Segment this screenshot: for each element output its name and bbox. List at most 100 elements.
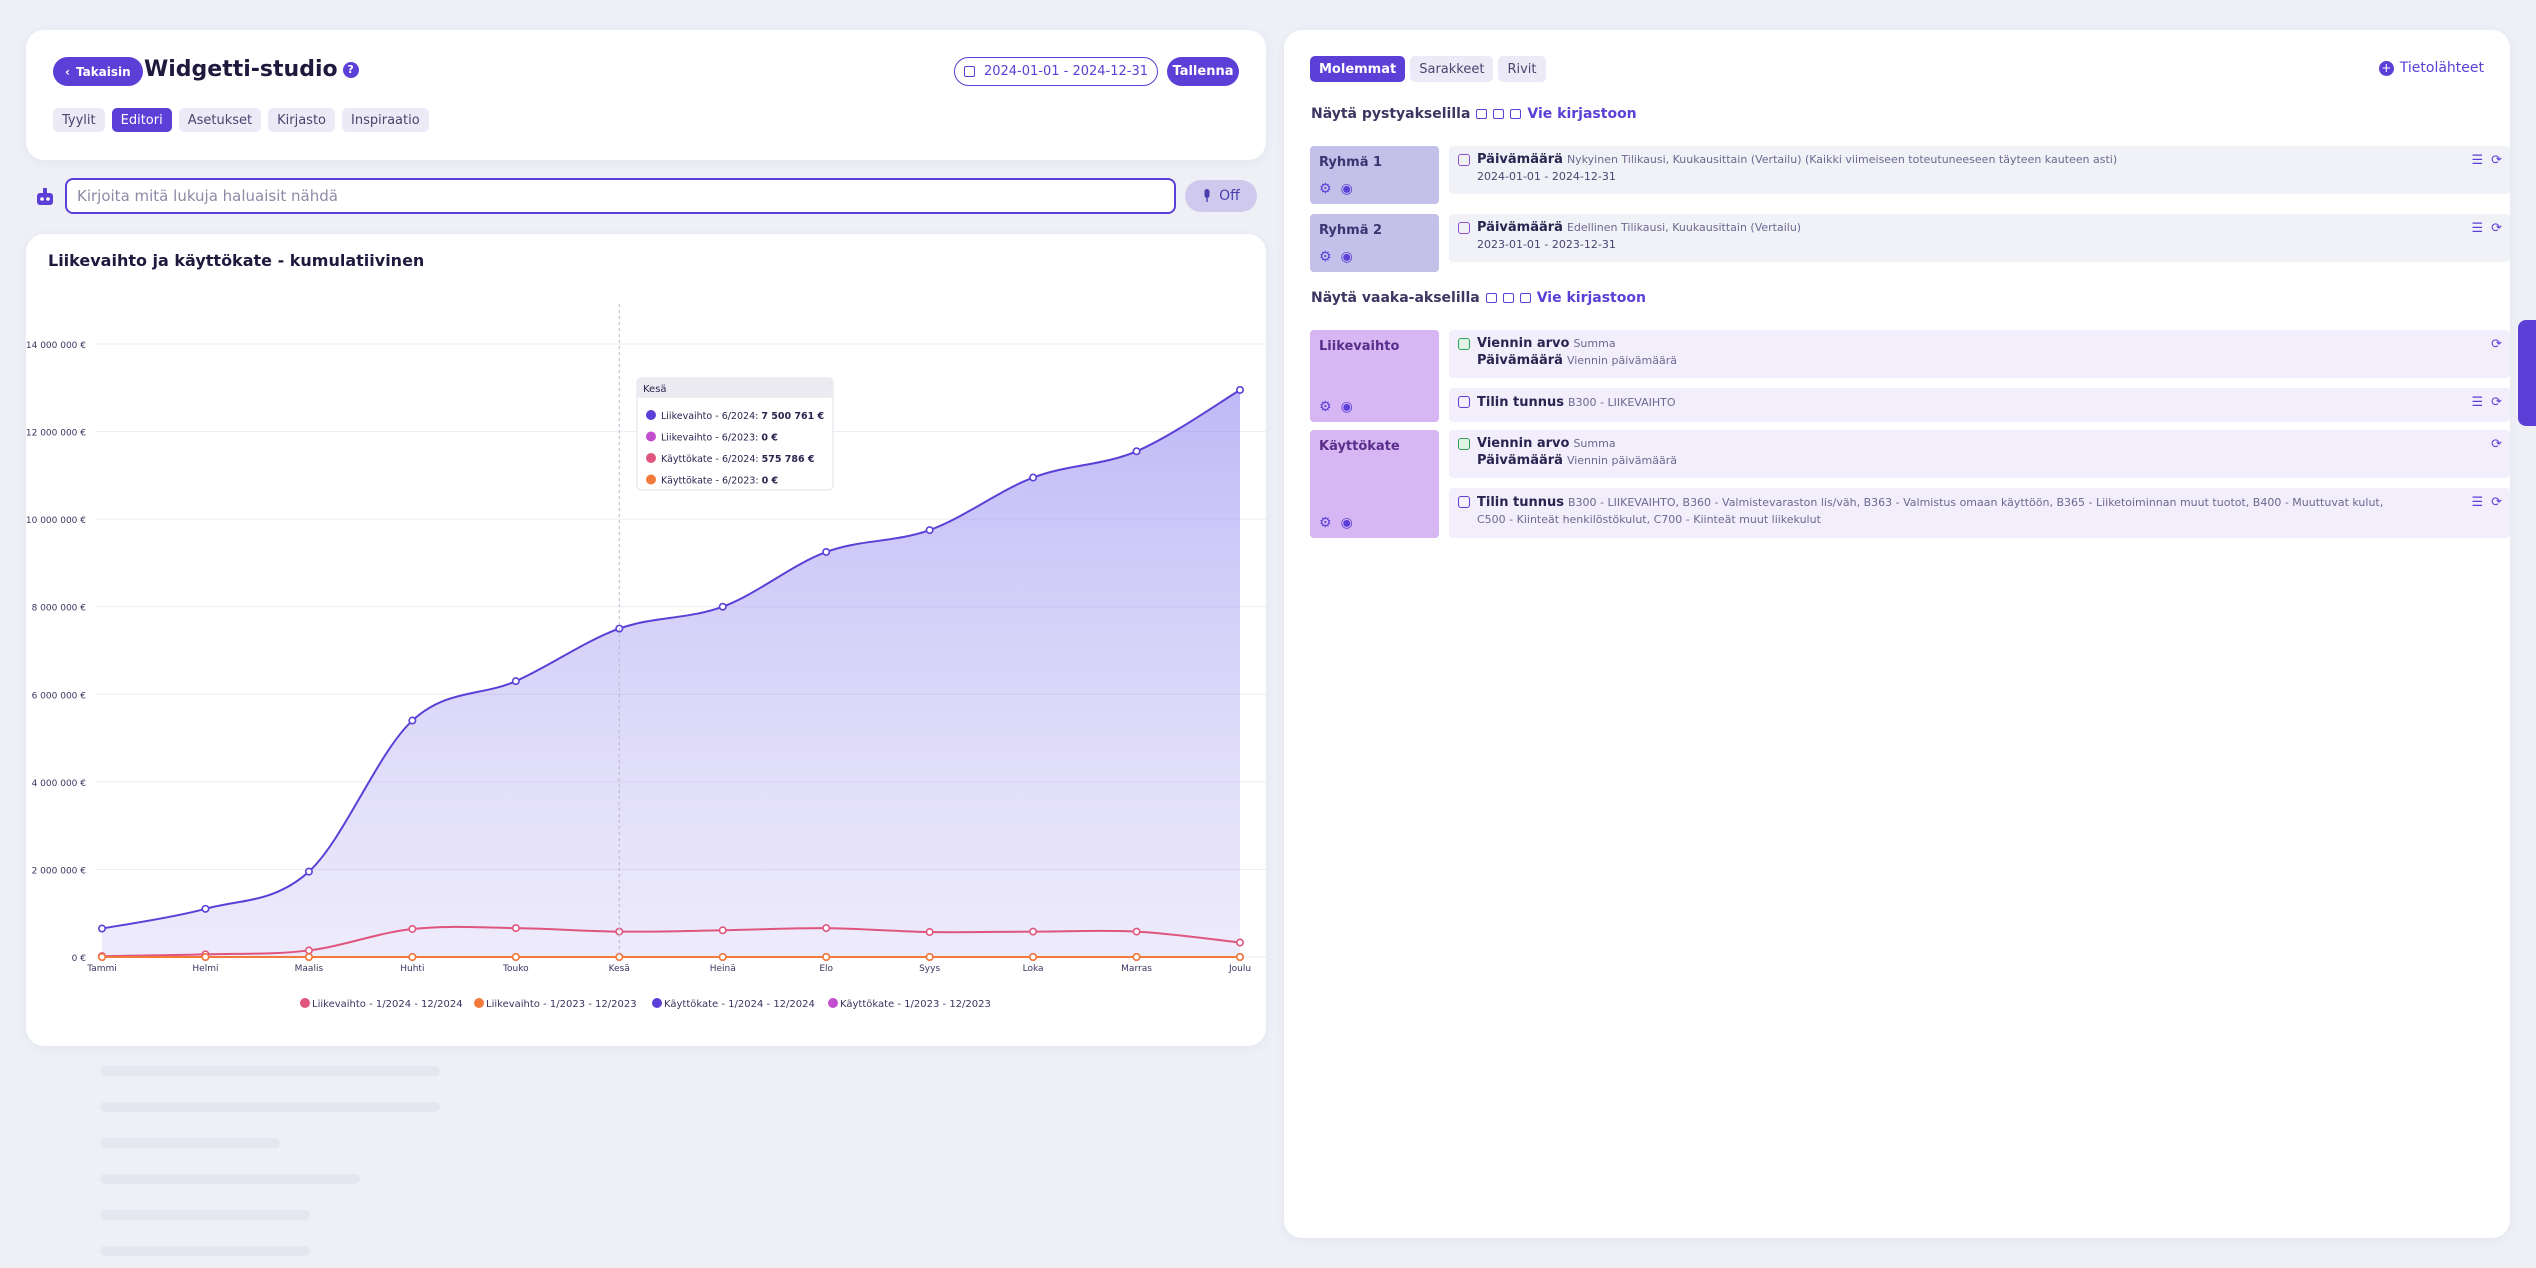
measure-label-text: Käyttökate xyxy=(1319,439,1400,454)
gear-icon[interactable]: ⚙ xyxy=(1319,515,1332,531)
data-point[interactable] xyxy=(718,602,727,611)
back-button[interactable]: ‹ Takaisin xyxy=(53,57,143,86)
data-point[interactable] xyxy=(1236,385,1245,394)
mode-tab-sarakkeet[interactable]: Sarakkeet xyxy=(1410,56,1494,82)
columns-icon[interactable] xyxy=(1502,293,1514,303)
data-point[interactable] xyxy=(1236,952,1245,961)
tooltip-row-value: 0 € xyxy=(761,433,778,444)
calendar-icon xyxy=(1458,222,1470,234)
export-link-vertical[interactable]: Vie kirjastoon xyxy=(1527,106,1636,122)
data-point[interactable] xyxy=(1132,927,1141,936)
refresh-icon[interactable]: ⟳ xyxy=(2491,153,2502,168)
data-point[interactable] xyxy=(511,952,520,961)
data-point[interactable] xyxy=(1029,473,1038,482)
data-point[interactable] xyxy=(822,924,831,933)
sources-label: Tietolähteet xyxy=(2399,60,2484,76)
gear-icon[interactable]: ⚙ xyxy=(1319,181,1332,197)
group-item[interactable]: Päivämäärä Edellinen Tilikausi, Kuukausit… xyxy=(1449,214,2510,262)
group-actions: ⚙ ◉ xyxy=(1319,249,1353,265)
gear-icon[interactable]: ⚙ xyxy=(1319,249,1332,265)
table-icon[interactable] xyxy=(1476,109,1488,119)
measure-account-item[interactable]: Tilin tunnus B300 - LIIKEVAIHTO, B360 - V… xyxy=(1449,488,2510,538)
feedback-side-tab[interactable] xyxy=(2518,320,2536,426)
mode-tab-rivit[interactable]: Rivit xyxy=(1498,56,1546,82)
group-row: Ryhmä 2 ⚙ ◉ Päivämäärä Edellinen Tilikausi, … xyxy=(1310,214,2510,272)
data-point[interactable] xyxy=(408,952,417,961)
group-label[interactable]: Ryhmä 1 ⚙ ◉ xyxy=(1310,146,1439,204)
table-icon[interactable] xyxy=(1485,293,1497,303)
data-point[interactable] xyxy=(304,952,313,961)
save-button[interactable]: Tallenna xyxy=(1167,57,1239,86)
group-label[interactable]: Ryhmä 2 ⚙ ◉ xyxy=(1310,214,1439,272)
gear-icon[interactable]: ⚙ xyxy=(1319,399,1332,415)
data-point[interactable] xyxy=(1236,938,1245,947)
date-range-button[interactable]: 2024-01-01 - 2024-12-31 xyxy=(954,57,1158,86)
tab-tyylit[interactable]: Tyylit xyxy=(53,108,105,132)
refresh-icon[interactable]: ⟳ xyxy=(2491,437,2502,452)
data-point[interactable] xyxy=(718,952,727,961)
data-point[interactable] xyxy=(511,924,520,933)
data-point[interactable] xyxy=(304,867,313,876)
data-point[interactable] xyxy=(1029,927,1038,936)
data-point[interactable] xyxy=(98,924,107,933)
tab-asetukset[interactable]: Asetukset xyxy=(178,108,262,132)
eye-icon[interactable]: ◉ xyxy=(1341,249,1353,265)
data-point[interactable] xyxy=(925,526,934,535)
tab-editori[interactable]: Editori xyxy=(111,108,172,132)
legend-item[interactable]: Liikevaihto - 1/2024 - 12/2024 xyxy=(300,998,463,1010)
data-point[interactable] xyxy=(1132,952,1141,961)
x-tick-label: Loka xyxy=(1023,964,1044,974)
x-tick-label: Kesä xyxy=(609,964,630,974)
data-point[interactable] xyxy=(511,677,520,686)
refresh-icon[interactable]: ⟳ xyxy=(2491,337,2502,352)
tooltip-marker xyxy=(646,453,656,463)
data-point[interactable] xyxy=(925,952,934,961)
data-point[interactable] xyxy=(822,952,831,961)
columns-icon[interactable] xyxy=(1493,109,1505,119)
data-point[interactable] xyxy=(925,928,934,937)
refresh-icon[interactable]: ⟳ xyxy=(2491,495,2502,510)
data-point[interactable] xyxy=(408,716,417,725)
refresh-icon[interactable]: ⟳ xyxy=(2491,395,2502,410)
legend-item[interactable]: Käyttökate - 1/2024 - 12/2024 xyxy=(652,998,815,1010)
measure-value-item[interactable]: Viennin arvo Summa Päivämäärä Viennin päivä… xyxy=(1449,330,2510,378)
data-point[interactable] xyxy=(408,924,417,933)
mode-tab-molemmat[interactable]: Molemmat xyxy=(1310,56,1406,82)
eye-icon[interactable]: ◉ xyxy=(1341,181,1353,197)
refresh-icon[interactable]: ⟳ xyxy=(2491,221,2502,236)
tooltip-row-value: 0 € xyxy=(762,476,779,487)
group-row: Ryhmä 1 ⚙ ◉ Päivämäärä Nykyinen Tilikausi, K… xyxy=(1310,146,2510,204)
item-date: 2024-01-01 - 2024-12-31 xyxy=(1477,170,1616,183)
microphone-toggle[interactable]: Off xyxy=(1185,180,1257,212)
measure-account-item[interactable]: Tilin tunnus B300 - LIIKEVAIHTO ☰ ⟳ xyxy=(1449,388,2510,422)
menu-icon[interactable]: ☰ xyxy=(2471,153,2483,168)
measure-label[interactable]: Liikevaihto ⚙ ◉ xyxy=(1310,330,1439,422)
legend-item[interactable]: Liikevaihto - 1/2023 - 12/2023 xyxy=(474,998,637,1010)
sources-link[interactable]: + Tietolähteet xyxy=(2378,60,2484,76)
eye-icon[interactable]: ◉ xyxy=(1341,515,1353,531)
menu-icon[interactable]: ☰ xyxy=(2471,221,2483,236)
legend-item[interactable]: Käyttökate - 1/2023 - 12/2023 xyxy=(828,998,991,1010)
data-point[interactable] xyxy=(201,904,210,913)
group-item[interactable]: Päivämäärä Nykyinen Tilikausi, Kuukausitt… xyxy=(1449,146,2510,194)
account-icon xyxy=(1458,396,1470,408)
help-icon[interactable]: ? xyxy=(342,61,359,78)
data-point[interactable] xyxy=(1029,952,1038,961)
measure-value-item[interactable]: Viennin arvo Summa Päivämäärä Viennin päivä… xyxy=(1449,430,2510,478)
measure-label[interactable]: Käyttökate ⚙ ◉ xyxy=(1310,430,1439,538)
data-point[interactable] xyxy=(304,946,313,955)
data-point[interactable] xyxy=(98,952,107,961)
tab-inspiraatio[interactable]: Inspiraatio xyxy=(342,108,429,132)
data-point[interactable] xyxy=(1132,447,1141,456)
menu-icon[interactable]: ☰ xyxy=(2471,395,2483,410)
item-actions: ☰ ⟳ xyxy=(2471,153,2502,168)
data-point[interactable] xyxy=(718,926,727,935)
data-point[interactable] xyxy=(822,547,831,556)
tab-kirjasto[interactable]: Kirjasto xyxy=(268,108,336,132)
export-link-horizontal[interactable]: Vie kirjastoon xyxy=(1537,290,1646,306)
menu-icon[interactable]: ☰ xyxy=(2471,495,2483,510)
data-point[interactable] xyxy=(201,952,210,961)
eye-icon[interactable]: ◉ xyxy=(1341,399,1353,415)
prompt-input[interactable]: Kirjoita mitä lukuja haluaisit nähdä xyxy=(65,178,1176,214)
measure-row: Käyttökate ⚙ ◉ Viennin arvo Summa Päivämäärä V… xyxy=(1310,430,2510,538)
